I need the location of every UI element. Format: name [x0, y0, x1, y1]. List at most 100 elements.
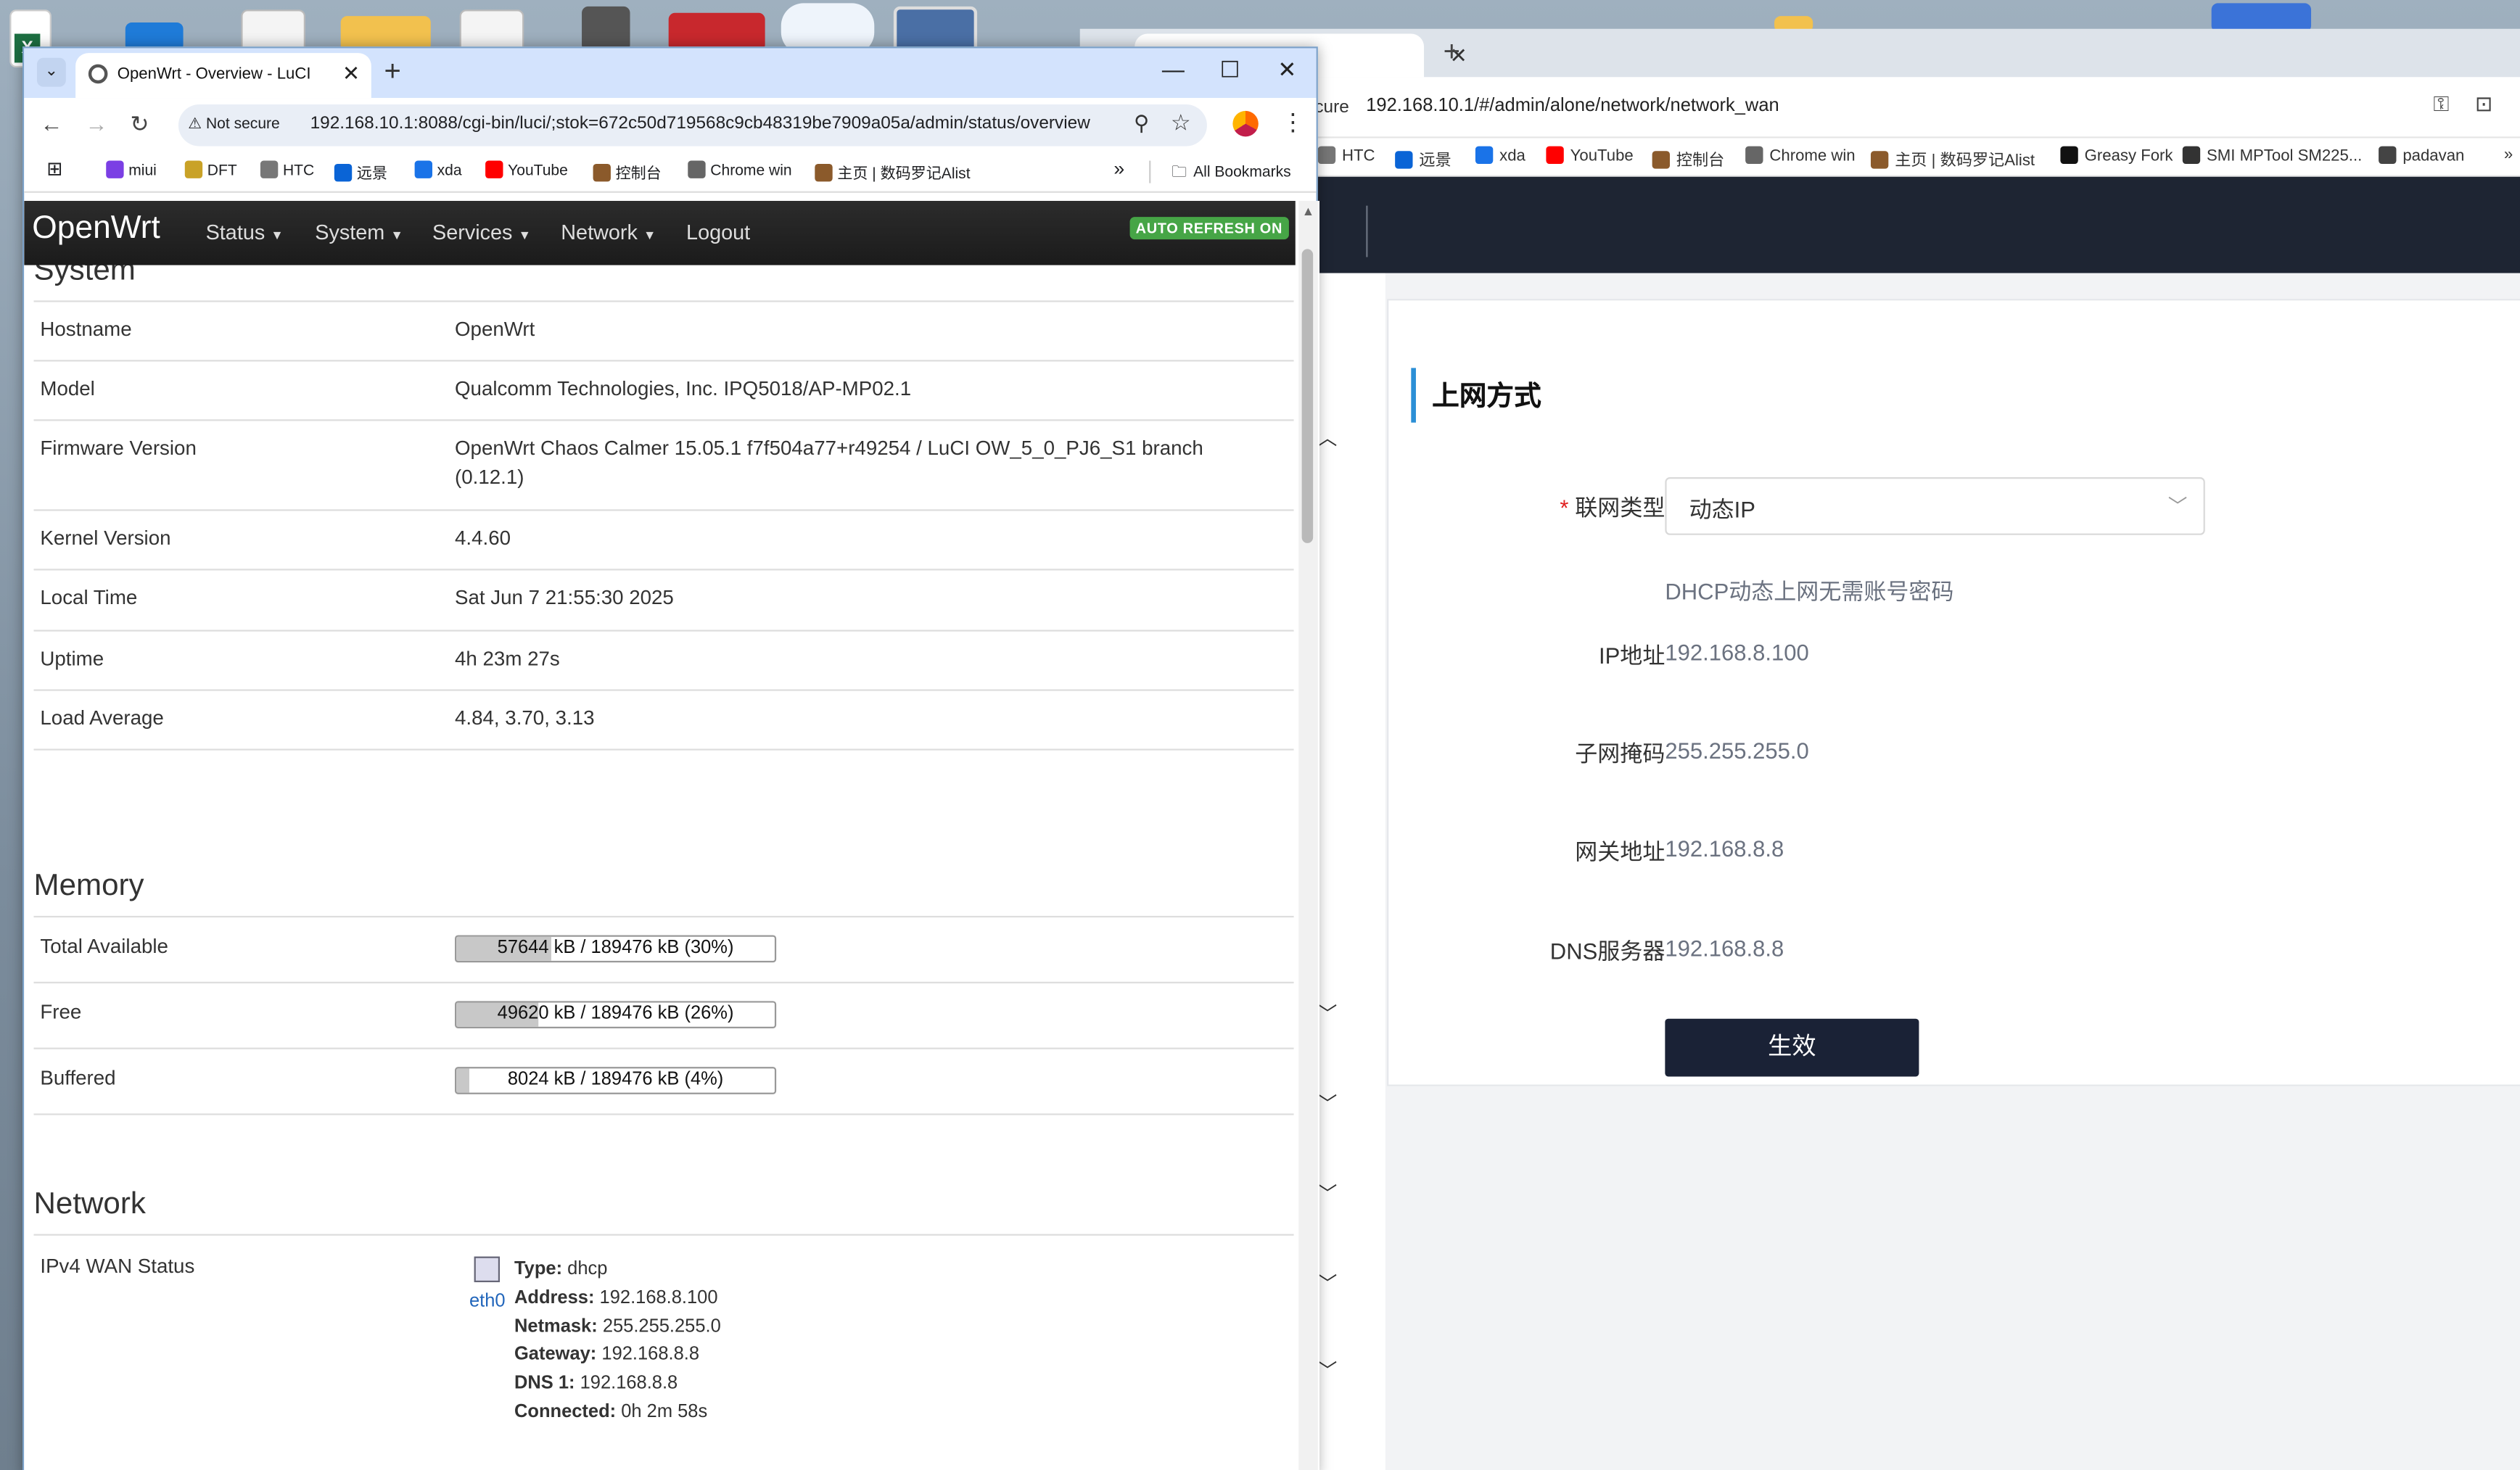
bookmark-item[interactable]: miui	[106, 160, 157, 180]
tab-luci-overview[interactable]: OpenWrt - Overview - LuCI ✕	[75, 53, 371, 99]
bookmarks-overflow-icon[interactable]: »	[1113, 157, 1124, 180]
bookmark-item[interactable]: 远景	[334, 161, 387, 183]
menu-services[interactable]: Services ▼	[432, 220, 531, 244]
close-icon[interactable]: ✕	[342, 61, 360, 86]
bookmark-label: 远景	[356, 165, 387, 183]
extension-icon[interactable]	[1232, 110, 1259, 137]
bookmark-label: 控制台	[615, 165, 662, 183]
connection-type-select[interactable]: 动态IP ﹀	[1665, 477, 2205, 535]
chevron-down-icon[interactable]: ﹀	[1318, 1179, 1338, 1207]
zoom-icon[interactable]: ⚲	[1134, 111, 1149, 136]
bookmark-label: DFT	[207, 162, 237, 181]
bookmark-item[interactable]: padavan	[2379, 146, 2464, 165]
key-icon[interactable]: ⚿	[2433, 91, 2449, 117]
bookmarks-overflow-icon[interactable]: »	[2504, 146, 2513, 164]
app-icon[interactable]	[2211, 3, 2312, 33]
bookmark-item[interactable]: xda	[1475, 146, 1525, 165]
minimize-icon[interactable]: —	[1162, 57, 1185, 82]
chevron-up-icon[interactable]: ︿	[1318, 424, 1338, 452]
omnibox[interactable]: ⚠ Not secure 192.168.10.1:8088/cgi-bin/l…	[178, 104, 1207, 146]
connection-type-label: * 联网类型	[1560, 495, 1665, 521]
chevron-down-icon[interactable]: ﹀	[1318, 1089, 1338, 1117]
bookmark-item[interactable]: Greasy Fork	[2060, 146, 2173, 165]
scrollbar[interactable]: ▲	[1298, 200, 1318, 1470]
wan-detail: Gateway: 192.168.8.8	[514, 1342, 699, 1371]
chevron-down-icon[interactable]: ﹀	[1318, 1269, 1338, 1297]
apps-icon[interactable]: ⊞	[46, 157, 62, 180]
detail-value: 0h 2m 58s	[621, 1403, 708, 1422]
interface-name[interactable]: eth0	[469, 1292, 506, 1311]
scroll-up-icon[interactable]: ▲	[1302, 204, 1315, 218]
bookmark-label: YouTube	[1570, 147, 1634, 166]
detail-key: Gateway:	[514, 1345, 597, 1365]
bookmark-item[interactable]: 主页 | 数码罗记Alist	[815, 161, 971, 183]
brand[interactable]: OpenWrt	[32, 210, 160, 247]
bookmark-item[interactable]: 远景	[1395, 146, 1452, 170]
all-bookmarks[interactable]: 🗀 All Bookmarks	[1172, 161, 1290, 186]
bookmark-item[interactable]: 主页 | 数码罗记Alist	[1870, 146, 2035, 170]
scrollbar-thumb[interactable]	[1301, 249, 1314, 543]
apply-button[interactable]: 生效	[1665, 1018, 1919, 1077]
bookmark-item[interactable]: xda	[414, 160, 462, 180]
menu-logout[interactable]: Logout	[686, 220, 750, 244]
bookmark-item[interactable]: DFT	[184, 160, 237, 181]
bookmark-item[interactable]: Chrome win	[688, 160, 792, 180]
bookmark-item[interactable]: YouTube	[1546, 146, 1634, 166]
table-row-border	[33, 748, 1294, 751]
bookmark-item[interactable]: 控制台	[1652, 146, 1724, 170]
new-tab-icon[interactable]: +	[1444, 36, 1460, 70]
menu-network[interactable]: Network ▼	[561, 220, 656, 244]
bookmark-icon	[1652, 151, 1671, 169]
chevron-down-icon[interactable]: ﹀	[1318, 999, 1338, 1027]
maximize-icon[interactable]: ☐	[1220, 57, 1240, 84]
star-icon[interactable]: ☆	[1171, 110, 1191, 137]
bookmarks-bar: ⊞ miui DFT HTC 远景 xda YouTube 控制台 Chrome win 主页 |…	[24, 152, 1317, 193]
netmask-value: 255.255.255.0	[1665, 737, 1809, 764]
front-browser-window[interactable]: ⌄ OpenWrt - Overview - LuCI ✕ + — ☐ ✕ ← …	[22, 46, 1320, 1470]
archive-icon[interactable]	[668, 12, 765, 51]
bookmark-icon	[1870, 151, 1889, 169]
bookmark-label: 主页 | 数码罗记Alist	[1895, 152, 2035, 170]
not-secure-label[interactable]: ⚠ Not secure	[188, 116, 280, 133]
tab-strip: ⌄ OpenWrt - Overview - LuCI ✕ + — ☐ ✕	[24, 48, 1317, 99]
more-menu-icon[interactable]: ⋮	[1281, 107, 1305, 137]
menu-system[interactable]: System ▼	[315, 220, 403, 244]
bookmark-item[interactable]: SMI MPTool SM225...	[2182, 146, 2362, 165]
bookmark-icon	[2060, 146, 2078, 164]
detail-key: Address:	[514, 1288, 595, 1308]
back-arrow-icon[interactable]: ←	[40, 111, 62, 136]
bookmark-icon	[1745, 146, 1763, 164]
bookmark-icon	[260, 160, 279, 178]
url-text[interactable]: 192.168.10.1/#/admin/alone/network/netwo…	[1366, 96, 1779, 116]
menu-status[interactable]: Status ▼	[206, 220, 284, 244]
url-text[interactable]: 192.168.10.1:8088/cgi-bin/luci/;stok=672…	[310, 114, 1090, 133]
window-close-icon[interactable]: ✕	[1277, 57, 1296, 84]
chevron-down-icon[interactable]: ﹀	[1318, 1356, 1338, 1384]
all-bookmarks-label: All Bookmarks	[1193, 163, 1291, 182]
tab-search-icon[interactable]: ⌄	[36, 57, 66, 87]
detail-key: Connected:	[514, 1403, 617, 1422]
bookmark-item[interactable]: YouTube	[485, 160, 568, 181]
bookmark-item[interactable]: HTC	[1317, 146, 1375, 165]
forward-arrow-icon[interactable]: →	[85, 111, 107, 136]
translate-icon[interactable]: ⊡	[2475, 91, 2492, 117]
new-tab-icon[interactable]: +	[384, 54, 401, 88]
admin-content: 上网方式 * 联网类型 动态IP ﹀ DHCP动态上网无需账号密码 IP地址 19…	[1385, 273, 2520, 1470]
openwrt-favicon-icon	[88, 64, 108, 84]
auto-refresh-badge[interactable]: AUTO REFRESH ON	[1129, 217, 1289, 240]
bookmark-item[interactable]: HTC	[260, 160, 314, 180]
row-label: Hostname	[40, 318, 132, 341]
row-label: IPv4 WAN Status	[40, 1255, 195, 1278]
wan-card: 上网方式 * 联网类型 动态IP ﹀ DHCP动态上网无需账号密码 IP地址 19…	[1387, 299, 2520, 1086]
bookmark-item[interactable]: 控制台	[593, 161, 662, 183]
row-label: Local Time	[40, 586, 138, 609]
row-label: Firmware Version	[40, 437, 197, 460]
image-icon[interactable]	[582, 6, 630, 51]
reload-icon[interactable]: ↻	[130, 111, 149, 139]
row-label: Free	[40, 1001, 82, 1024]
row-label: Total Available	[40, 935, 168, 958]
bookmark-label: YouTube	[508, 162, 568, 181]
bookmark-icon	[2182, 146, 2201, 164]
bookmark-item[interactable]: Chrome win	[1745, 146, 1856, 165]
row-label: Load Average	[40, 706, 164, 730]
